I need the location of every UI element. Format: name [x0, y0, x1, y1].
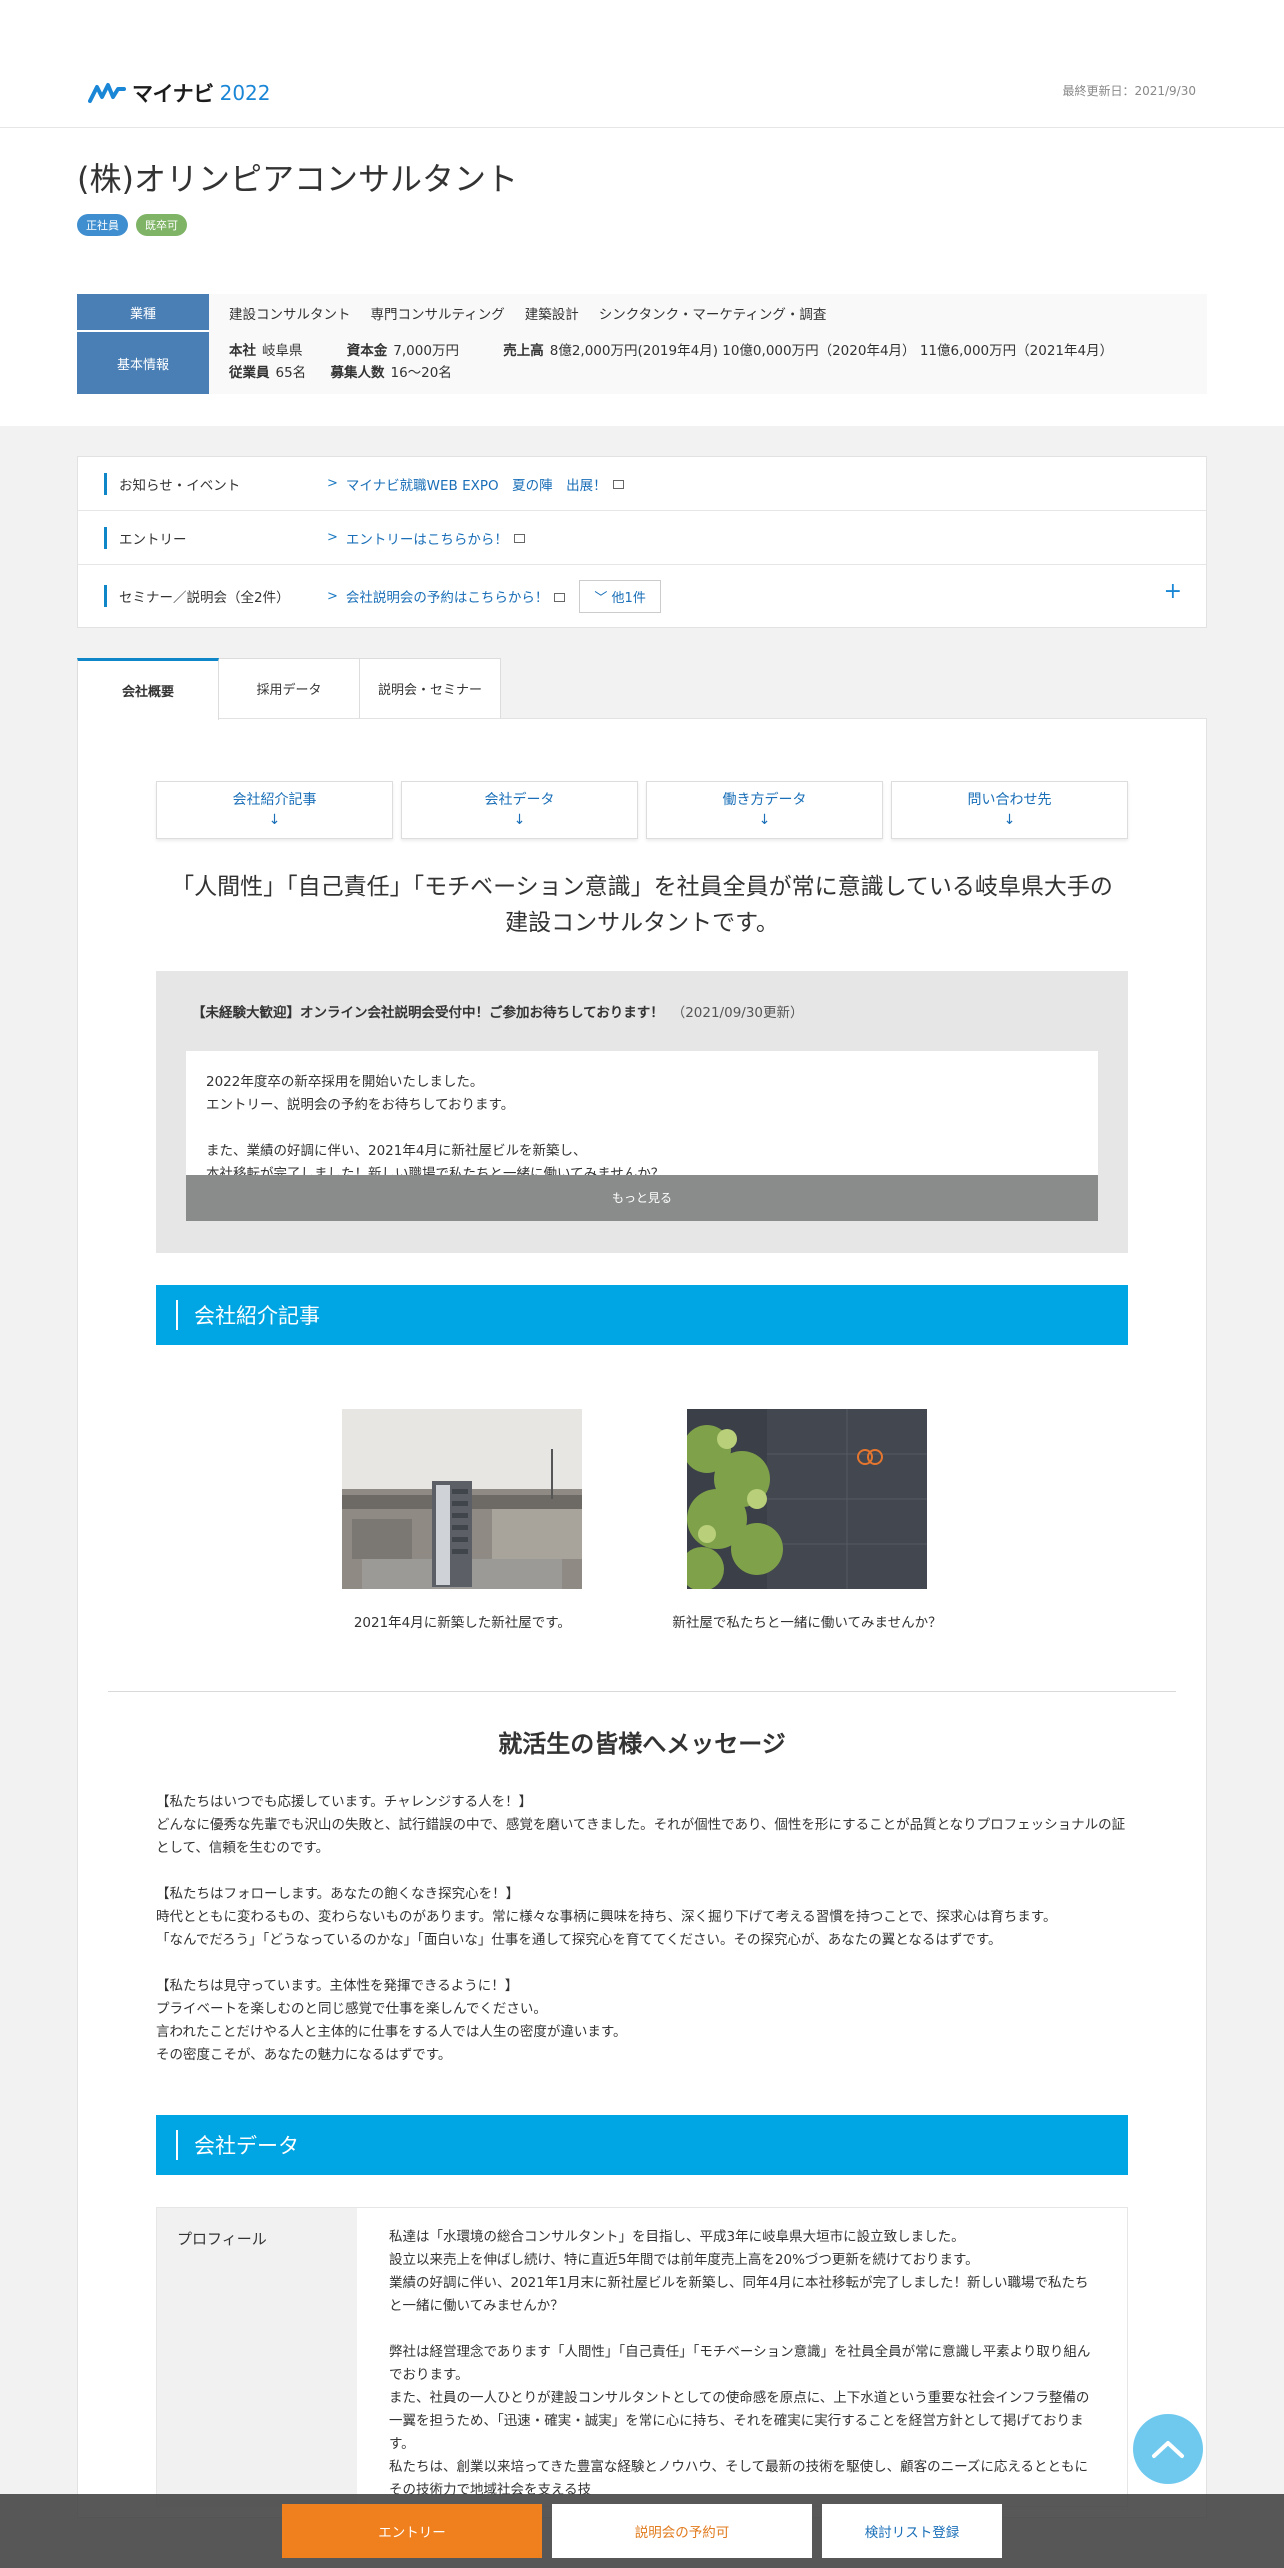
arrow-down-icon: ↓ — [758, 812, 771, 828]
news-more-button[interactable]: もっと見る — [186, 1175, 1098, 1221]
profile-value: 私達は「水環境の総合コンサルタント」を目指し、平成3年に岐阜県大垣市に設立致しま… — [389, 2229, 1091, 2498]
event-link[interactable]: マイナビ就職WEB EXPO 夏の陣 出展！ — [346, 474, 607, 494]
article-photo[interactable]: 2021年4月に新築した新社屋です。 — [342, 1409, 583, 1631]
anchor-contact[interactable]: 問い合わせ先 ↓ — [891, 781, 1128, 839]
basic-info-label: 基本情報 — [77, 332, 209, 394]
entry-label: エントリー — [119, 531, 187, 548]
recruit-value: 16～20名 — [390, 365, 452, 381]
mynavi-logo-icon — [88, 83, 126, 103]
industry-item: 専門コンサルティング — [370, 307, 505, 323]
chevron-right-icon: > — [327, 476, 338, 491]
new-building-photo — [342, 1409, 583, 1589]
external-link-icon — [513, 534, 525, 543]
chevron-right-icon: > — [327, 588, 338, 604]
expand-plus-icon[interactable]: + — [1164, 579, 1182, 604]
news-body: 2022年度卒の新卒採用を開始いたしました。 エントリー、説明会の予約をお待ちし… — [186, 1051, 1098, 1221]
tab-seminars[interactable]: 説明会・セミナー — [359, 658, 501, 718]
company-summary: (株)オリンピアコンサルタント 正社員 既卒可 業種 基本情報 建設コンサルタン… — [0, 128, 1284, 426]
message-paragraph: 【私たちは見守っています。主体性を発揮できるように！】 プライベートを楽しむのと… — [156, 1978, 627, 2063]
employees-label: 従業員 — [229, 365, 270, 381]
employment-badges: 正社員 既卒可 — [77, 214, 1207, 236]
section-header-company-data: 会社データ — [156, 2115, 1128, 2175]
employees-value: 65名 — [275, 365, 307, 381]
chevron-up-icon — [1152, 2441, 1184, 2458]
message-paragraph: 【私たちはいつでも応援しています。チャレンジする人を！】 どんなに優秀な先輩でも… — [156, 1794, 1126, 1856]
news-title: 【未経験大歓迎】オンライン会社説明会受付中！ご参加お待ちしております！ （2021… — [192, 1005, 804, 1021]
company-name: (株)オリンピアコンサルタント — [77, 160, 518, 198]
profile-label: プロフィール — [157, 2208, 357, 2506]
hq-value: 岐阜県 — [262, 343, 303, 359]
message-body: 【私たちはいつでも応援しています。チャレンジする人を！】 どんなに優秀な先輩でも… — [156, 1791, 1128, 2067]
external-link-icon — [612, 480, 624, 489]
industry-label: 業種 — [77, 294, 209, 332]
external-link-icon — [554, 592, 566, 602]
industry-item: シンクタンク・マーケティング・調査 — [598, 307, 827, 323]
photo-caption: 新社屋で私たちと一緒に働いてみませんか？ — [672, 1615, 942, 1631]
capital-label: 資本金 — [346, 343, 388, 359]
badge-graduates-ok: 既卒可 — [136, 214, 187, 236]
article-photos: 2021年4月に新築した新社屋です。 新社屋で私たちと一緒に働いてみませんか？ — [156, 1409, 1128, 1631]
section-title: 会社紹介記事 — [194, 1304, 320, 1328]
capital-value: 7,000万円 — [393, 343, 459, 359]
recruit-label: 募集人数 — [330, 365, 385, 381]
anchor-nav: 会社紹介記事 ↓ 会社データ ↓ 働き方データ ↓ 問い合わせ先 ↓ — [156, 781, 1128, 839]
industry-item: 建設コンサルタント — [229, 307, 351, 323]
main-area: お知らせ・イベント > マイナビ就職WEB EXPO 夏の陣 出展！ エントリー… — [0, 426, 1284, 2518]
site-header: マイナビ 2022 最終更新日：2021/9/30 — [0, 0, 1284, 128]
company-lead: 「人間性」「自己責任」「モチベーション意識」を社員全員が常に意識している岐阜県大… — [171, 874, 1113, 936]
photo-caption: 2021年4月に新築した新社屋です。 — [353, 1615, 571, 1631]
message-title: 就活生の皆様へメッセージ — [498, 1730, 786, 1758]
seminar-more-button[interactable]: ﹀ 他1件 — [579, 579, 661, 613]
news-updated: （2021/09/30更新） — [671, 1005, 804, 1021]
anchor-company-articles[interactable]: 会社紹介記事 ↓ — [156, 781, 393, 839]
arrow-down-icon: ↓ — [513, 812, 526, 828]
anchor-company-data[interactable]: 会社データ ↓ — [401, 781, 638, 839]
company-data-table: プロフィール 私達は「水環境の総合コンサルタント」を目指し、平成3年に岐阜県大垣… — [156, 2207, 1128, 2507]
mynavi-logo[interactable]: マイナビ 2022 — [88, 78, 271, 108]
industry-list: 建設コンサルタント 専門コンサルティング 建築設計 シンクタンク・マーケティング… — [229, 294, 1187, 332]
tab-bar: 会社概要 採用データ 説明会・セミナー — [77, 658, 1207, 720]
badge-fulltime: 正社員 — [77, 214, 128, 236]
sales-value: 8億2,000万円(2019年4月) 10億0,000万円（2020年4月） 1… — [549, 343, 1114, 359]
industry-item: 建築設計 — [524, 307, 579, 323]
scroll-to-top-button[interactable] — [1133, 2414, 1203, 2484]
tab-recruitment-data[interactable]: 採用データ — [218, 658, 360, 718]
tab-content: 会社紹介記事 ↓ 会社データ ↓ 働き方データ ↓ 問い合わせ先 ↓ 「人間性」「自己責… — [77, 718, 1207, 2518]
notice-row-seminar: セミナー／説明会（全2件） > 会社説明会の予約はこちらから！ ﹀ 他1件 + — [78, 565, 1206, 627]
article-photo[interactable]: 新社屋で私たちと一緒に働いてみませんか？ — [672, 1409, 942, 1631]
event-label: お知らせ・イベント — [119, 477, 241, 494]
seminar-link[interactable]: 会社説明会の予約はこちらから！ — [346, 586, 549, 606]
last-updated: 最終更新日：2021/9/30 — [1062, 84, 1196, 98]
tab-company-overview[interactable]: 会社概要 — [77, 658, 219, 720]
logo-year: 2022 — [219, 81, 271, 105]
entry-link[interactable]: エントリーはこちらから！ — [346, 528, 508, 548]
seminar-label: セミナー／説明会（全2件） — [119, 590, 290, 606]
bottom-action-bar: エントリー 説明会の予約可 検討リスト登録 — [0, 2494, 1284, 2568]
section-title: 会社データ — [194, 2134, 299, 2158]
anchor-work-data[interactable]: 働き方データ ↓ — [646, 781, 883, 839]
company-info-table: 業種 基本情報 建設コンサルタント 専門コンサルティング 建築設計 シンクタンク… — [77, 294, 1207, 394]
hq-label: 本社 — [229, 343, 256, 359]
chevron-down-icon: ﹀ — [594, 590, 612, 606]
message-paragraph: 【私たちはフォローします。あなたの飽くなき探究心を！】 時代とともに変わるもの、… — [156, 1886, 1057, 1948]
sales-label: 売上高 — [503, 343, 544, 359]
notice-row-entry: エントリー > エントリーはこちらから！ — [78, 511, 1206, 565]
notice-row-event: お知らせ・イベント > マイナビ就職WEB EXPO 夏の陣 出展！ — [78, 457, 1206, 511]
section-header-articles: 会社紹介記事 — [156, 1285, 1128, 1345]
entry-button[interactable]: エントリー — [282, 2504, 542, 2558]
building-sign-photo — [679, 1409, 927, 1591]
seminar-reservation-button[interactable]: 説明会の予約可 — [552, 2504, 812, 2558]
logo-text: マイナビ — [132, 82, 214, 106]
basic-info: 本社 岐阜県 資本金 7,000万円 売上高 8億2,000万円(2019年4月) 1… — [229, 332, 1187, 384]
news-box: 【未経験大歓迎】オンライン会社説明会受付中！ご参加お待ちしております！ （2021… — [156, 971, 1128, 1253]
arrow-down-icon: ↓ — [268, 812, 281, 828]
arrow-down-icon: ↓ — [1003, 812, 1016, 828]
notice-panel: お知らせ・イベント > マイナビ就職WEB EXPO 夏の陣 出展！ エントリー… — [77, 456, 1207, 628]
add-to-list-button[interactable]: 検討リスト登録 — [822, 2504, 1002, 2558]
chevron-right-icon: > — [327, 530, 338, 545]
